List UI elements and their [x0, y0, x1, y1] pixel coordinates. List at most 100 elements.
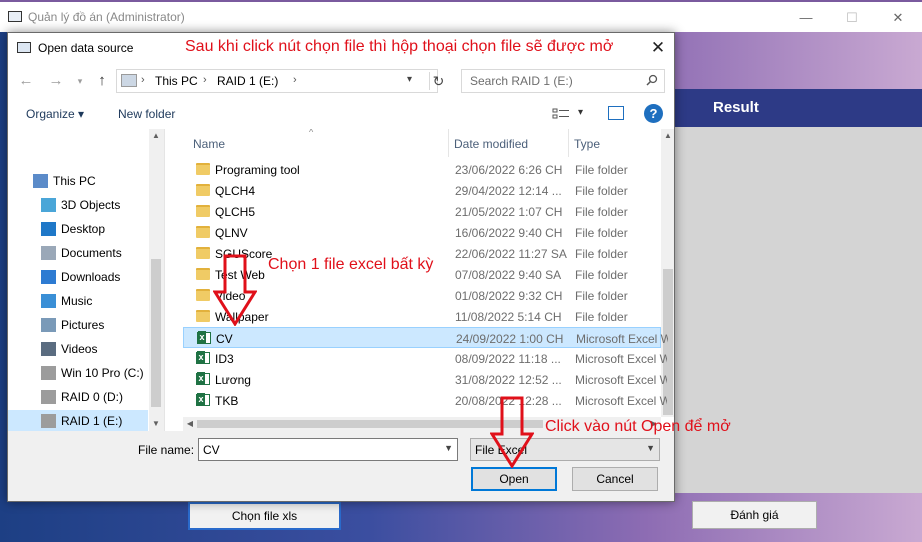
address-dropdown-icon[interactable]: ▾: [407, 74, 412, 85]
recent-chevron-icon[interactable]: ▾: [70, 71, 90, 91]
nav-item[interactable]: Downloads: [8, 266, 148, 288]
folder-row[interactable]: Programing tool 23/06/2022 6:26 CH File fo…: [183, 159, 661, 180]
nav-item-label: RAID 0 (D:): [61, 390, 124, 404]
scroll-up-icon[interactable]: ▲: [149, 129, 163, 143]
column-header-name[interactable]: Name: [193, 137, 225, 151]
preview-pane-icon[interactable]: [608, 106, 624, 120]
scroll-down-icon[interactable]: ▼: [149, 417, 163, 431]
folder-row[interactable]: QLCH5 21/05/2022 1:07 CH File folder: [183, 201, 661, 222]
minimize-icon[interactable]: —: [786, 6, 826, 30]
new-folder-button[interactable]: New folder: [118, 107, 175, 121]
nav-item[interactable]: This PC: [8, 170, 148, 192]
nav-item-label: Win 10 Pro (C:): [61, 366, 144, 380]
refresh-icon[interactable]: ↻: [429, 72, 447, 90]
file-row[interactable]: CV 24/09/2022 1:00 CH Microsoft Excel W: [183, 327, 668, 348]
folder-icon: [196, 289, 210, 301]
scroll-left-icon[interactable]: ◀: [183, 417, 197, 431]
column-header-date[interactable]: Date modified: [454, 137, 528, 151]
cell-name: TKB: [215, 394, 239, 408]
down-arrow-icon: [490, 396, 534, 468]
cell-name: ID3: [215, 352, 234, 366]
folder-icon: [196, 184, 210, 196]
address-bar[interactable]: › This PC › RAID 1 (E:) › ▾ ↻: [116, 69, 444, 93]
cell-date: 22/06/2022 11:27 SA: [455, 247, 567, 261]
dialog-toolbar: Organize ▾ New folder ▾ ?: [8, 99, 674, 129]
nav-item-label: Pictures: [61, 318, 105, 332]
evaluate-button[interactable]: Đánh giá: [692, 501, 817, 529]
file-name-input[interactable]: CV ▼: [198, 438, 458, 461]
nav-item-label: This PC: [53, 174, 96, 188]
organize-button[interactable]: Organize ▾: [26, 107, 84, 121]
choose-file-button[interactable]: Chọn file xls: [188, 502, 341, 530]
chevron-right-icon[interactable]: ›: [203, 74, 207, 86]
cell-date: 23/06/2022 6:26 CH: [455, 163, 563, 177]
cell-type: File folder: [575, 289, 628, 303]
folder-icon: [196, 268, 210, 280]
cell-type: Microsoft Excel W: [576, 332, 668, 346]
chevron-down-icon[interactable]: ▼: [646, 443, 655, 453]
nav-item[interactable]: Win 10 Pro (C:): [8, 362, 148, 384]
annotation-click-open: Click vào nút Open để mở: [545, 418, 731, 435]
nav-item[interactable]: Music: [8, 290, 148, 312]
column-header-type[interactable]: Type: [574, 137, 600, 151]
file-row[interactable]: TKB20/08/2022 12:28 ...Microsoft Excel W: [183, 390, 667, 411]
file-row[interactable]: Lương 31/08/2022 12:52 ... Microsoft Excel…: [183, 369, 667, 390]
cell-name: Programing tool: [215, 163, 300, 177]
folder-row[interactable]: QLNV 16/06/2022 9:40 CH File folder: [183, 222, 661, 243]
nav-item[interactable]: RAID 1 (E:): [8, 410, 148, 431]
sort-ascending-icon: ^: [309, 129, 314, 137]
nav-item[interactable]: 3D Objects: [8, 194, 148, 216]
up-arrow-icon[interactable]: ↑: [92, 71, 112, 91]
drive-icon: [41, 390, 56, 404]
help-icon[interactable]: ?: [644, 104, 663, 123]
cancel-button[interactable]: Cancel: [572, 467, 658, 491]
video-icon: [41, 342, 56, 356]
file-row[interactable]: ID3 08/09/2022 11:18 ... Microsoft Excel W: [183, 348, 667, 369]
computer-icon: [33, 174, 48, 188]
drive-icon: [41, 366, 56, 380]
excel-file-icon: [196, 372, 210, 385]
cell-type: File folder: [575, 226, 628, 240]
back-arrow-icon[interactable]: ←: [16, 71, 36, 91]
view-options-icon[interactable]: [552, 107, 570, 121]
column-divider[interactable]: [448, 129, 449, 157]
chevron-down-icon[interactable]: ▼: [444, 443, 453, 453]
app-close-icon[interactable]: ✕: [878, 6, 918, 30]
view-dropdown-icon[interactable]: ▾: [578, 107, 583, 118]
cell-date: 11/08/2022 5:14 CH: [455, 310, 562, 324]
chevron-right-icon[interactable]: ›: [141, 74, 145, 86]
cell-name: QLCH4: [215, 184, 256, 198]
search-input[interactable]: Search RAID 1 (E:): [461, 69, 665, 93]
nav-item[interactable]: Pictures: [8, 314, 148, 336]
nav-item[interactable]: Desktop: [8, 218, 148, 240]
scroll-up-icon[interactable]: ▲: [661, 129, 674, 143]
nav-scroll-thumb[interactable]: [151, 259, 161, 407]
breadcrumb-this-pc[interactable]: This PC: [155, 74, 198, 88]
cell-type: File folder: [575, 163, 628, 177]
folder-row[interactable]: QLCH4 29/04/2022 12:14 ... File folder: [183, 180, 661, 201]
nav-scrollbar[interactable]: ▲ ▼: [149, 129, 163, 431]
search-icon: [646, 74, 658, 86]
cell-name: CV: [216, 332, 233, 346]
this-pc-small-icon: [121, 74, 137, 87]
open-button[interactable]: Open: [471, 467, 557, 491]
nav-item[interactable]: RAID 0 (D:): [8, 386, 148, 408]
nav-item-label: Documents: [61, 246, 122, 260]
chevron-right-icon[interactable]: ›: [293, 74, 297, 86]
maximize-icon[interactable]: ☐: [832, 6, 872, 30]
result-panel: [675, 127, 922, 493]
nav-item-label: RAID 1 (E:): [61, 414, 123, 428]
excel-file-icon: [196, 393, 210, 406]
cell-type: Microsoft Excel W: [575, 373, 667, 387]
column-divider[interactable]: [568, 129, 569, 157]
breadcrumb-raid1[interactable]: RAID 1 (E:): [217, 74, 278, 88]
dialog-close-icon[interactable]: ✕: [646, 36, 670, 60]
cell-date: 21/05/2022 1:07 CH: [455, 205, 563, 219]
nav-item-label: Desktop: [61, 222, 106, 236]
nav-item[interactable]: Documents: [8, 242, 148, 264]
folder-icon: [196, 310, 210, 322]
cell-date: 24/09/2022 1:00 CH: [456, 332, 564, 346]
nav-item[interactable]: Videos: [8, 338, 148, 360]
cell-date: 07/08/2022 9:40 SA: [455, 268, 562, 282]
forward-arrow-icon[interactable]: →: [46, 71, 66, 91]
